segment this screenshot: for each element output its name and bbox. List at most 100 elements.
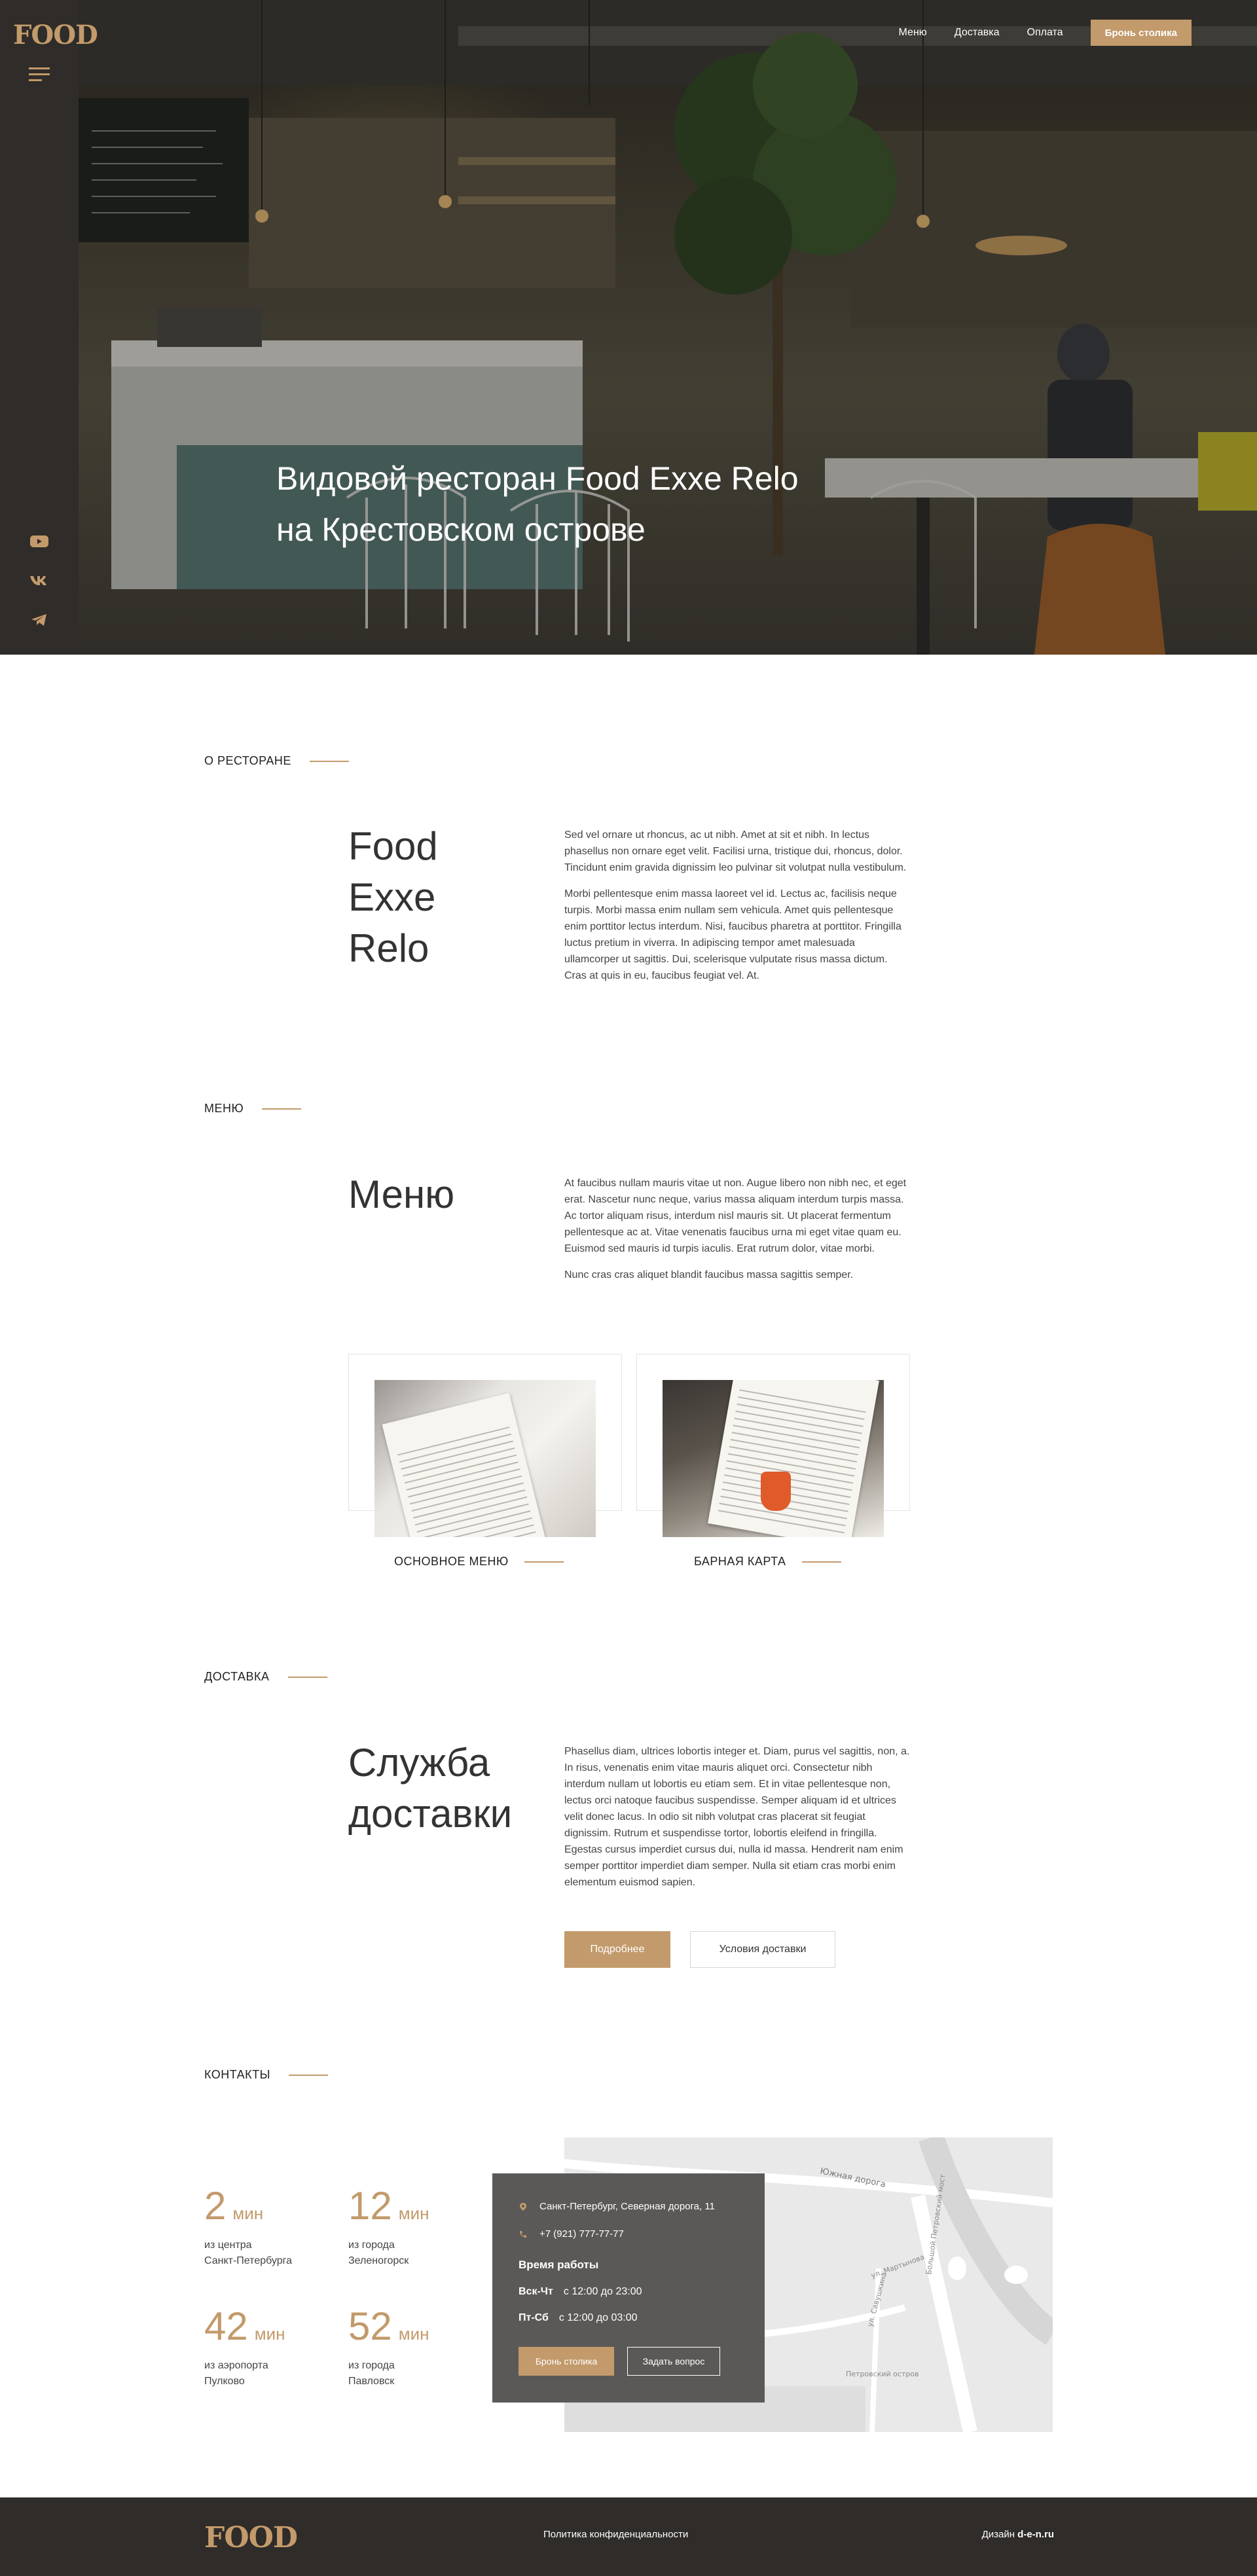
designer-brand[interactable]: d-e-n.ru [1017,2529,1054,2540]
footer-logo[interactable]: FOOD [204,2521,298,2554]
stat-desc-line: Пулково [204,2376,245,2387]
delivery-title-line1: Служба [348,1741,490,1785]
stat-value: 42 [204,2304,248,2348]
stat-unit: мин [398,2204,429,2223]
phone-text[interactable]: +7 (921) 777-77-77 [539,2228,624,2240]
contact-card: Санкт-Петербург, Северная дорога, 11 +7 … [492,2173,765,2403]
vk-icon[interactable] [29,573,50,589]
stat-desc-4: из города Павловск [348,2358,479,2389]
label-divider [289,2074,329,2076]
about-text: Sed vel ornare ut rhoncus, ac ut nibh. A… [564,827,911,994]
stat-value: 2 [204,2184,227,2228]
label-divider [262,1108,302,1110]
delivery-title-line2: доставки [348,1792,513,1836]
menu-paragraph-2: Nunc cras cras aliquet blandit faucibus … [564,1269,854,1280]
hours-time: с 12:00 до 23:00 [563,2286,642,2297]
hours-days: Пт-Сб [519,2312,549,2323]
designer-prefix: Дизайн [981,2529,1018,2540]
stat-number-4: 52 мин [348,2307,429,2353]
stat-desc-line: из аэропорта [204,2360,268,2371]
main-menu-image[interactable] [374,1380,596,1537]
sidebar: FOOD [0,0,98,655]
stat-desc-line: Санкт-Петербурга [204,2255,293,2266]
menu-text: At faucibus nullam mauris vitae ut non. … [564,1175,911,1293]
ask-question-button[interactable]: Задать вопрос [627,2347,720,2376]
stat-desc-line: Павловск [348,2376,395,2387]
stat-desc-1: из центра Санкт-Петербурга [204,2238,335,2269]
logo[interactable]: FOOD [13,20,98,50]
burger-menu-icon[interactable] [29,67,50,82]
stat-unit: мин [232,2204,264,2223]
stat-number-1: 2 мин [204,2186,263,2233]
main-menu-caption-text: ОСНОВНОЕ МЕНЮ [394,1555,509,1568]
hours-row-1: Вск-Чт с 12:00 до 23:00 [519,2286,642,2298]
footer: FOOD Политика конфиденциальности Дизайн … [0,2497,1257,2576]
delivery-section-label: ДОСТАВКА [204,1670,327,1684]
menu-sheet [382,1392,551,1537]
stat-desc-line: Зеленогорск [348,2255,409,2266]
phone-row[interactable]: +7 (921) 777-77-77 [519,2228,624,2240]
book-table-button[interactable]: Бронь столика [1090,20,1192,46]
about-title-line2: Exxe [348,875,436,919]
about-paragraph-1: Sed vel ornare ut rhoncus, ac ut nibh. A… [564,829,907,873]
stat-number-3: 42 мин [204,2307,285,2353]
label-divider [309,760,349,762]
drink-glass [761,1472,791,1511]
privacy-policy-link[interactable]: Политика конфиденциальности [543,2529,688,2540]
stat-desc-line: из города [348,2240,395,2251]
menu-section-label: МЕНЮ [204,1102,302,1116]
delivery-text: Phasellus diam, ultrices lobortis intege… [564,1743,911,1900]
hero-section: FOOD Меню Доставка Оплата Бронь столика … [0,0,1257,655]
stat-desc-line: из центра [204,2240,252,2251]
nav-menu-link[interactable]: Меню [899,27,927,39]
hero-title-line2: на Крестовском острове [276,511,646,548]
hours-days: Вск-Чт [519,2286,553,2297]
stat-desc-line: из города [348,2360,395,2371]
youtube-icon[interactable] [29,534,50,549]
delivery-paragraph-1: Phasellus diam, ultrices lobortis intege… [564,1746,910,1888]
label-divider [287,1676,327,1678]
address-row: Санкт-Петербург, Северная дорога, 11 [519,2201,715,2212]
stat-value: 52 [348,2304,392,2348]
bar-menu-caption-text: БАРНАЯ КАРТА [694,1555,786,1568]
main-menu-caption[interactable]: ОСНОВНОЕ МЕНЮ [394,1555,564,1569]
hours-row-2: Пт-Сб с 12:00 до 03:00 [519,2312,638,2324]
menu-paragraph-1: At faucibus nullam mauris vitae ut non. … [564,1178,907,1254]
nav-payment-link[interactable]: Оплата [1027,27,1063,39]
menu-title: Меню [348,1172,455,1216]
hero-overlay [0,0,1257,655]
phone-icon [520,2230,526,2238]
bar-menu-caption[interactable]: БАРНАЯ КАРТА [694,1555,841,1569]
hours-time: с 12:00 до 03:00 [558,2312,638,2323]
stat-unit: мин [254,2324,285,2344]
designer-credit[interactable]: Дизайн d-e-n.ru [982,2529,1054,2540]
about-title-line3: Relo [348,926,429,970]
hero-title: Видовой ресторан Food Exxe Relo на Крест… [276,453,865,555]
about-section-label: О РЕСТОРАНЕ [204,754,349,768]
about-paragraph-2: Morbi pellentesque enim massa laoreet ve… [564,888,902,981]
nav-delivery-link[interactable]: Доставка [955,27,1000,39]
address-text: Санкт-Петербург, Северная дорога, 11 [539,2201,715,2212]
caption-divider [524,1561,564,1563]
location-pin-icon [520,2202,526,2211]
delivery-terms-button[interactable]: Условия доставки [690,1931,835,1968]
stat-desc-2: из города Зеленогорск [348,2238,479,2269]
telegram-icon[interactable] [29,612,50,628]
menu-label-text: МЕНЮ [204,1102,244,1115]
menu-sheet [708,1380,879,1537]
delivery-label-text: ДОСТАВКА [204,1670,270,1683]
about-title: Food Exxe Relo [348,821,438,974]
stat-desc-3: из аэропорта Пулково [204,2358,335,2389]
delivery-more-button[interactable]: Подробнее [564,1931,670,1968]
hero-title-line1: Видовой ресторан Food Exxe Relo [276,460,799,497]
stat-unit: мин [398,2324,429,2344]
caption-divider [801,1561,841,1563]
bar-menu-image[interactable] [663,1380,884,1537]
hours-title: Время работы [519,2259,599,2271]
stat-value: 12 [348,2184,392,2228]
about-title-line1: Food [348,824,438,868]
contact-book-table-button[interactable]: Бронь столика [519,2347,614,2376]
delivery-title: Служба доставки [348,1737,512,1840]
stat-number-2: 12 мин [348,2186,429,2233]
contacts-label-text: КОНТАКТЫ [204,2068,271,2081]
